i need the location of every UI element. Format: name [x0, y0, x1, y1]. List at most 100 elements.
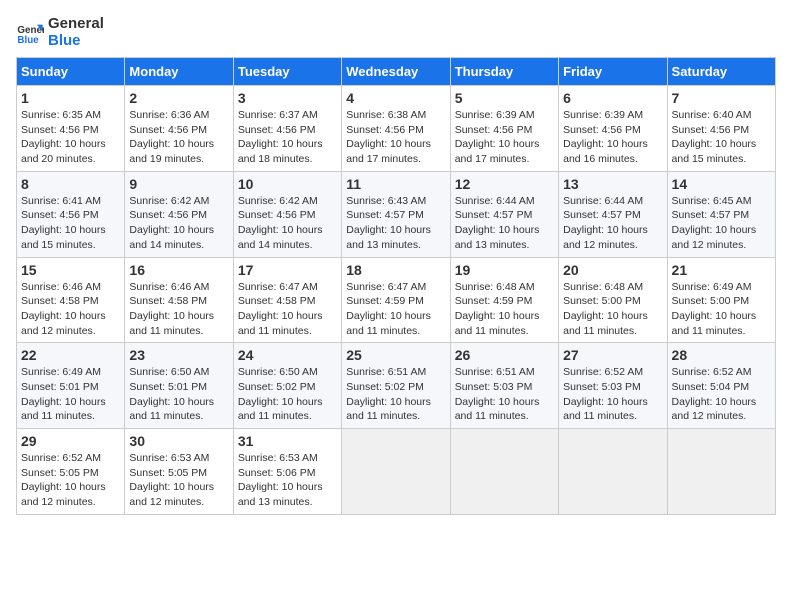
day-number: 20 [563, 262, 662, 278]
logo: General Blue General Blue [16, 16, 104, 49]
day-number: 14 [672, 176, 771, 192]
day-number: 31 [238, 433, 337, 449]
day-cell: 19 Sunrise: 6:48 AMSunset: 4:59 PMDaylig… [450, 257, 558, 343]
day-number: 26 [455, 347, 554, 363]
day-info: Sunrise: 6:41 AMSunset: 4:56 PMDaylight:… [21, 195, 106, 251]
day-info: Sunrise: 6:48 AMSunset: 5:00 PMDaylight:… [563, 281, 648, 337]
column-header-monday: Monday [125, 58, 233, 86]
day-number: 27 [563, 347, 662, 363]
day-number: 3 [238, 90, 337, 106]
day-info: Sunrise: 6:39 AMSunset: 4:56 PMDaylight:… [455, 109, 540, 165]
header-row: SundayMondayTuesdayWednesdayThursdayFrid… [17, 58, 776, 86]
day-cell: 1 Sunrise: 6:35 AMSunset: 4:56 PMDayligh… [17, 86, 125, 172]
day-cell: 9 Sunrise: 6:42 AMSunset: 4:56 PMDayligh… [125, 171, 233, 257]
day-cell: 7 Sunrise: 6:40 AMSunset: 4:56 PMDayligh… [667, 86, 775, 172]
day-number: 8 [21, 176, 120, 192]
day-cell: 22 Sunrise: 6:49 AMSunset: 5:01 PMDaylig… [17, 343, 125, 429]
day-info: Sunrise: 6:50 AMSunset: 5:02 PMDaylight:… [238, 366, 323, 422]
day-number: 7 [672, 90, 771, 106]
day-cell: 18 Sunrise: 6:47 AMSunset: 4:59 PMDaylig… [342, 257, 450, 343]
day-cell: 24 Sunrise: 6:50 AMSunset: 5:02 PMDaylig… [233, 343, 341, 429]
day-number: 21 [672, 262, 771, 278]
day-cell: 26 Sunrise: 6:51 AMSunset: 5:03 PMDaylig… [450, 343, 558, 429]
day-info: Sunrise: 6:53 AMSunset: 5:05 PMDaylight:… [129, 452, 214, 508]
day-number: 18 [346, 262, 445, 278]
day-cell: 12 Sunrise: 6:44 AMSunset: 4:57 PMDaylig… [450, 171, 558, 257]
day-cell: 16 Sunrise: 6:46 AMSunset: 4:58 PMDaylig… [125, 257, 233, 343]
day-number: 6 [563, 90, 662, 106]
column-header-thursday: Thursday [450, 58, 558, 86]
day-info: Sunrise: 6:52 AMSunset: 5:04 PMDaylight:… [672, 366, 757, 422]
day-cell: 30 Sunrise: 6:53 AMSunset: 5:05 PMDaylig… [125, 429, 233, 515]
day-info: Sunrise: 6:51 AMSunset: 5:02 PMDaylight:… [346, 366, 431, 422]
day-cell: 23 Sunrise: 6:50 AMSunset: 5:01 PMDaylig… [125, 343, 233, 429]
day-info: Sunrise: 6:44 AMSunset: 4:57 PMDaylight:… [455, 195, 540, 251]
day-number: 12 [455, 176, 554, 192]
day-number: 24 [238, 347, 337, 363]
day-cell: 31 Sunrise: 6:53 AMSunset: 5:06 PMDaylig… [233, 429, 341, 515]
calendar-table: SundayMondayTuesdayWednesdayThursdayFrid… [16, 57, 776, 515]
header: General Blue General Blue [16, 16, 776, 49]
day-cell [450, 429, 558, 515]
day-info: Sunrise: 6:52 AMSunset: 5:03 PMDaylight:… [563, 366, 648, 422]
day-number: 23 [129, 347, 228, 363]
week-row-4: 22 Sunrise: 6:49 AMSunset: 5:01 PMDaylig… [17, 343, 776, 429]
day-info: Sunrise: 6:38 AMSunset: 4:56 PMDaylight:… [346, 109, 431, 165]
day-info: Sunrise: 6:36 AMSunset: 4:56 PMDaylight:… [129, 109, 214, 165]
day-info: Sunrise: 6:43 AMSunset: 4:57 PMDaylight:… [346, 195, 431, 251]
day-info: Sunrise: 6:39 AMSunset: 4:56 PMDaylight:… [563, 109, 648, 165]
day-number: 4 [346, 90, 445, 106]
day-cell: 20 Sunrise: 6:48 AMSunset: 5:00 PMDaylig… [559, 257, 667, 343]
day-cell: 14 Sunrise: 6:45 AMSunset: 4:57 PMDaylig… [667, 171, 775, 257]
day-number: 1 [21, 90, 120, 106]
day-cell: 29 Sunrise: 6:52 AMSunset: 5:05 PMDaylig… [17, 429, 125, 515]
day-number: 13 [563, 176, 662, 192]
day-info: Sunrise: 6:49 AMSunset: 5:01 PMDaylight:… [21, 366, 106, 422]
day-cell: 27 Sunrise: 6:52 AMSunset: 5:03 PMDaylig… [559, 343, 667, 429]
day-info: Sunrise: 6:44 AMSunset: 4:57 PMDaylight:… [563, 195, 648, 251]
day-cell: 2 Sunrise: 6:36 AMSunset: 4:56 PMDayligh… [125, 86, 233, 172]
day-number: 19 [455, 262, 554, 278]
week-row-5: 29 Sunrise: 6:52 AMSunset: 5:05 PMDaylig… [17, 429, 776, 515]
day-cell [342, 429, 450, 515]
day-cell: 21 Sunrise: 6:49 AMSunset: 5:00 PMDaylig… [667, 257, 775, 343]
day-cell: 28 Sunrise: 6:52 AMSunset: 5:04 PMDaylig… [667, 343, 775, 429]
day-cell: 6 Sunrise: 6:39 AMSunset: 4:56 PMDayligh… [559, 86, 667, 172]
day-cell: 4 Sunrise: 6:38 AMSunset: 4:56 PMDayligh… [342, 86, 450, 172]
day-info: Sunrise: 6:46 AMSunset: 4:58 PMDaylight:… [21, 281, 106, 337]
day-info: Sunrise: 6:42 AMSunset: 4:56 PMDaylight:… [238, 195, 323, 251]
week-row-1: 1 Sunrise: 6:35 AMSunset: 4:56 PMDayligh… [17, 86, 776, 172]
day-info: Sunrise: 6:37 AMSunset: 4:56 PMDaylight:… [238, 109, 323, 165]
day-number: 25 [346, 347, 445, 363]
column-header-saturday: Saturday [667, 58, 775, 86]
day-info: Sunrise: 6:48 AMSunset: 4:59 PMDaylight:… [455, 281, 540, 337]
column-header-sunday: Sunday [17, 58, 125, 86]
day-cell: 25 Sunrise: 6:51 AMSunset: 5:02 PMDaylig… [342, 343, 450, 429]
day-number: 16 [129, 262, 228, 278]
day-cell: 8 Sunrise: 6:41 AMSunset: 4:56 PMDayligh… [17, 171, 125, 257]
day-cell: 10 Sunrise: 6:42 AMSunset: 4:56 PMDaylig… [233, 171, 341, 257]
day-cell: 15 Sunrise: 6:46 AMSunset: 4:58 PMDaylig… [17, 257, 125, 343]
day-info: Sunrise: 6:42 AMSunset: 4:56 PMDaylight:… [129, 195, 214, 251]
day-cell [667, 429, 775, 515]
day-info: Sunrise: 6:51 AMSunset: 5:03 PMDaylight:… [455, 366, 540, 422]
logo-line1: General [48, 16, 104, 33]
day-number: 17 [238, 262, 337, 278]
day-info: Sunrise: 6:47 AMSunset: 4:59 PMDaylight:… [346, 281, 431, 337]
day-cell: 13 Sunrise: 6:44 AMSunset: 4:57 PMDaylig… [559, 171, 667, 257]
logo-line2: Blue [48, 33, 104, 50]
day-number: 30 [129, 433, 228, 449]
day-info: Sunrise: 6:45 AMSunset: 4:57 PMDaylight:… [672, 195, 757, 251]
week-row-3: 15 Sunrise: 6:46 AMSunset: 4:58 PMDaylig… [17, 257, 776, 343]
day-number: 2 [129, 90, 228, 106]
day-cell: 5 Sunrise: 6:39 AMSunset: 4:56 PMDayligh… [450, 86, 558, 172]
day-number: 22 [21, 347, 120, 363]
column-header-wednesday: Wednesday [342, 58, 450, 86]
day-info: Sunrise: 6:40 AMSunset: 4:56 PMDaylight:… [672, 109, 757, 165]
day-info: Sunrise: 6:49 AMSunset: 5:00 PMDaylight:… [672, 281, 757, 337]
day-info: Sunrise: 6:46 AMSunset: 4:58 PMDaylight:… [129, 281, 214, 337]
day-cell: 17 Sunrise: 6:47 AMSunset: 4:58 PMDaylig… [233, 257, 341, 343]
day-cell [559, 429, 667, 515]
column-header-friday: Friday [559, 58, 667, 86]
day-number: 5 [455, 90, 554, 106]
